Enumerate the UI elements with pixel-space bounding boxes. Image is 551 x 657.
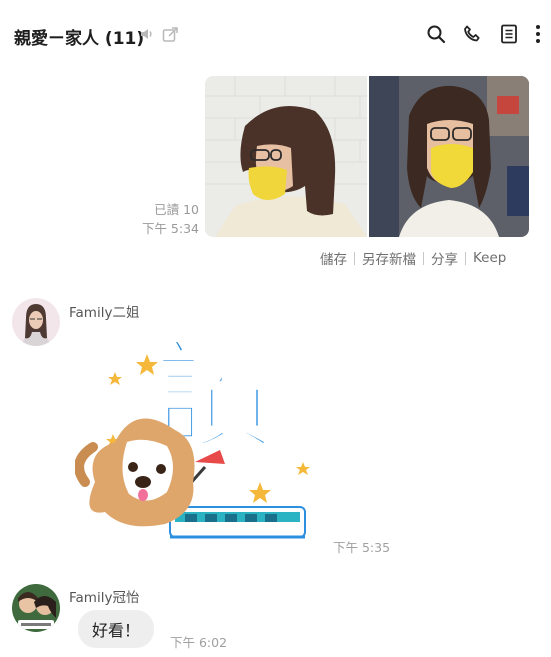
- save-as-button[interactable]: 另存新檔: [362, 248, 416, 268]
- message-bubble[interactable]: 好看！: [78, 610, 155, 648]
- photo-front-view[interactable]: [369, 76, 529, 237]
- message-time: 下午 5:35: [333, 540, 391, 555]
- sent-time: 下午 5:34: [141, 221, 199, 236]
- chat-title[interactable]: 親愛ㄧ家人 (11): [14, 24, 144, 49]
- read-status: 已讀 10: [154, 202, 199, 217]
- mute-icon[interactable]: [139, 26, 155, 46]
- share-button[interactable]: 分享: [431, 248, 458, 268]
- divider: [423, 251, 424, 265]
- avatar[interactable]: [12, 584, 60, 632]
- save-button[interactable]: 儲存: [320, 248, 347, 268]
- sticker-message[interactable]: 讚: [74, 326, 315, 547]
- search-icon[interactable]: [424, 22, 448, 46]
- divider: [465, 251, 466, 265]
- avatar[interactable]: [12, 298, 60, 346]
- photo-side-view[interactable]: [205, 76, 367, 237]
- external-link-icon[interactable]: [162, 26, 179, 47]
- message-time: 下午 6:02: [170, 635, 228, 650]
- sender-name: Family冠怡: [69, 590, 140, 606]
- sender-name: Family二姐: [69, 305, 140, 321]
- chat-header: 親愛ㄧ家人 (11): [0, 0, 551, 70]
- photo-actions: 儲存 另存新檔 分享 Keep: [320, 248, 506, 268]
- read-info: 已讀 10 下午 5:34: [142, 200, 199, 238]
- more-icon[interactable]: [528, 22, 548, 46]
- divider: [354, 251, 355, 265]
- photo-album-message[interactable]: [205, 76, 529, 237]
- notes-icon[interactable]: [497, 22, 521, 46]
- phone-icon[interactable]: [460, 22, 484, 46]
- keep-button[interactable]: Keep: [473, 250, 506, 266]
